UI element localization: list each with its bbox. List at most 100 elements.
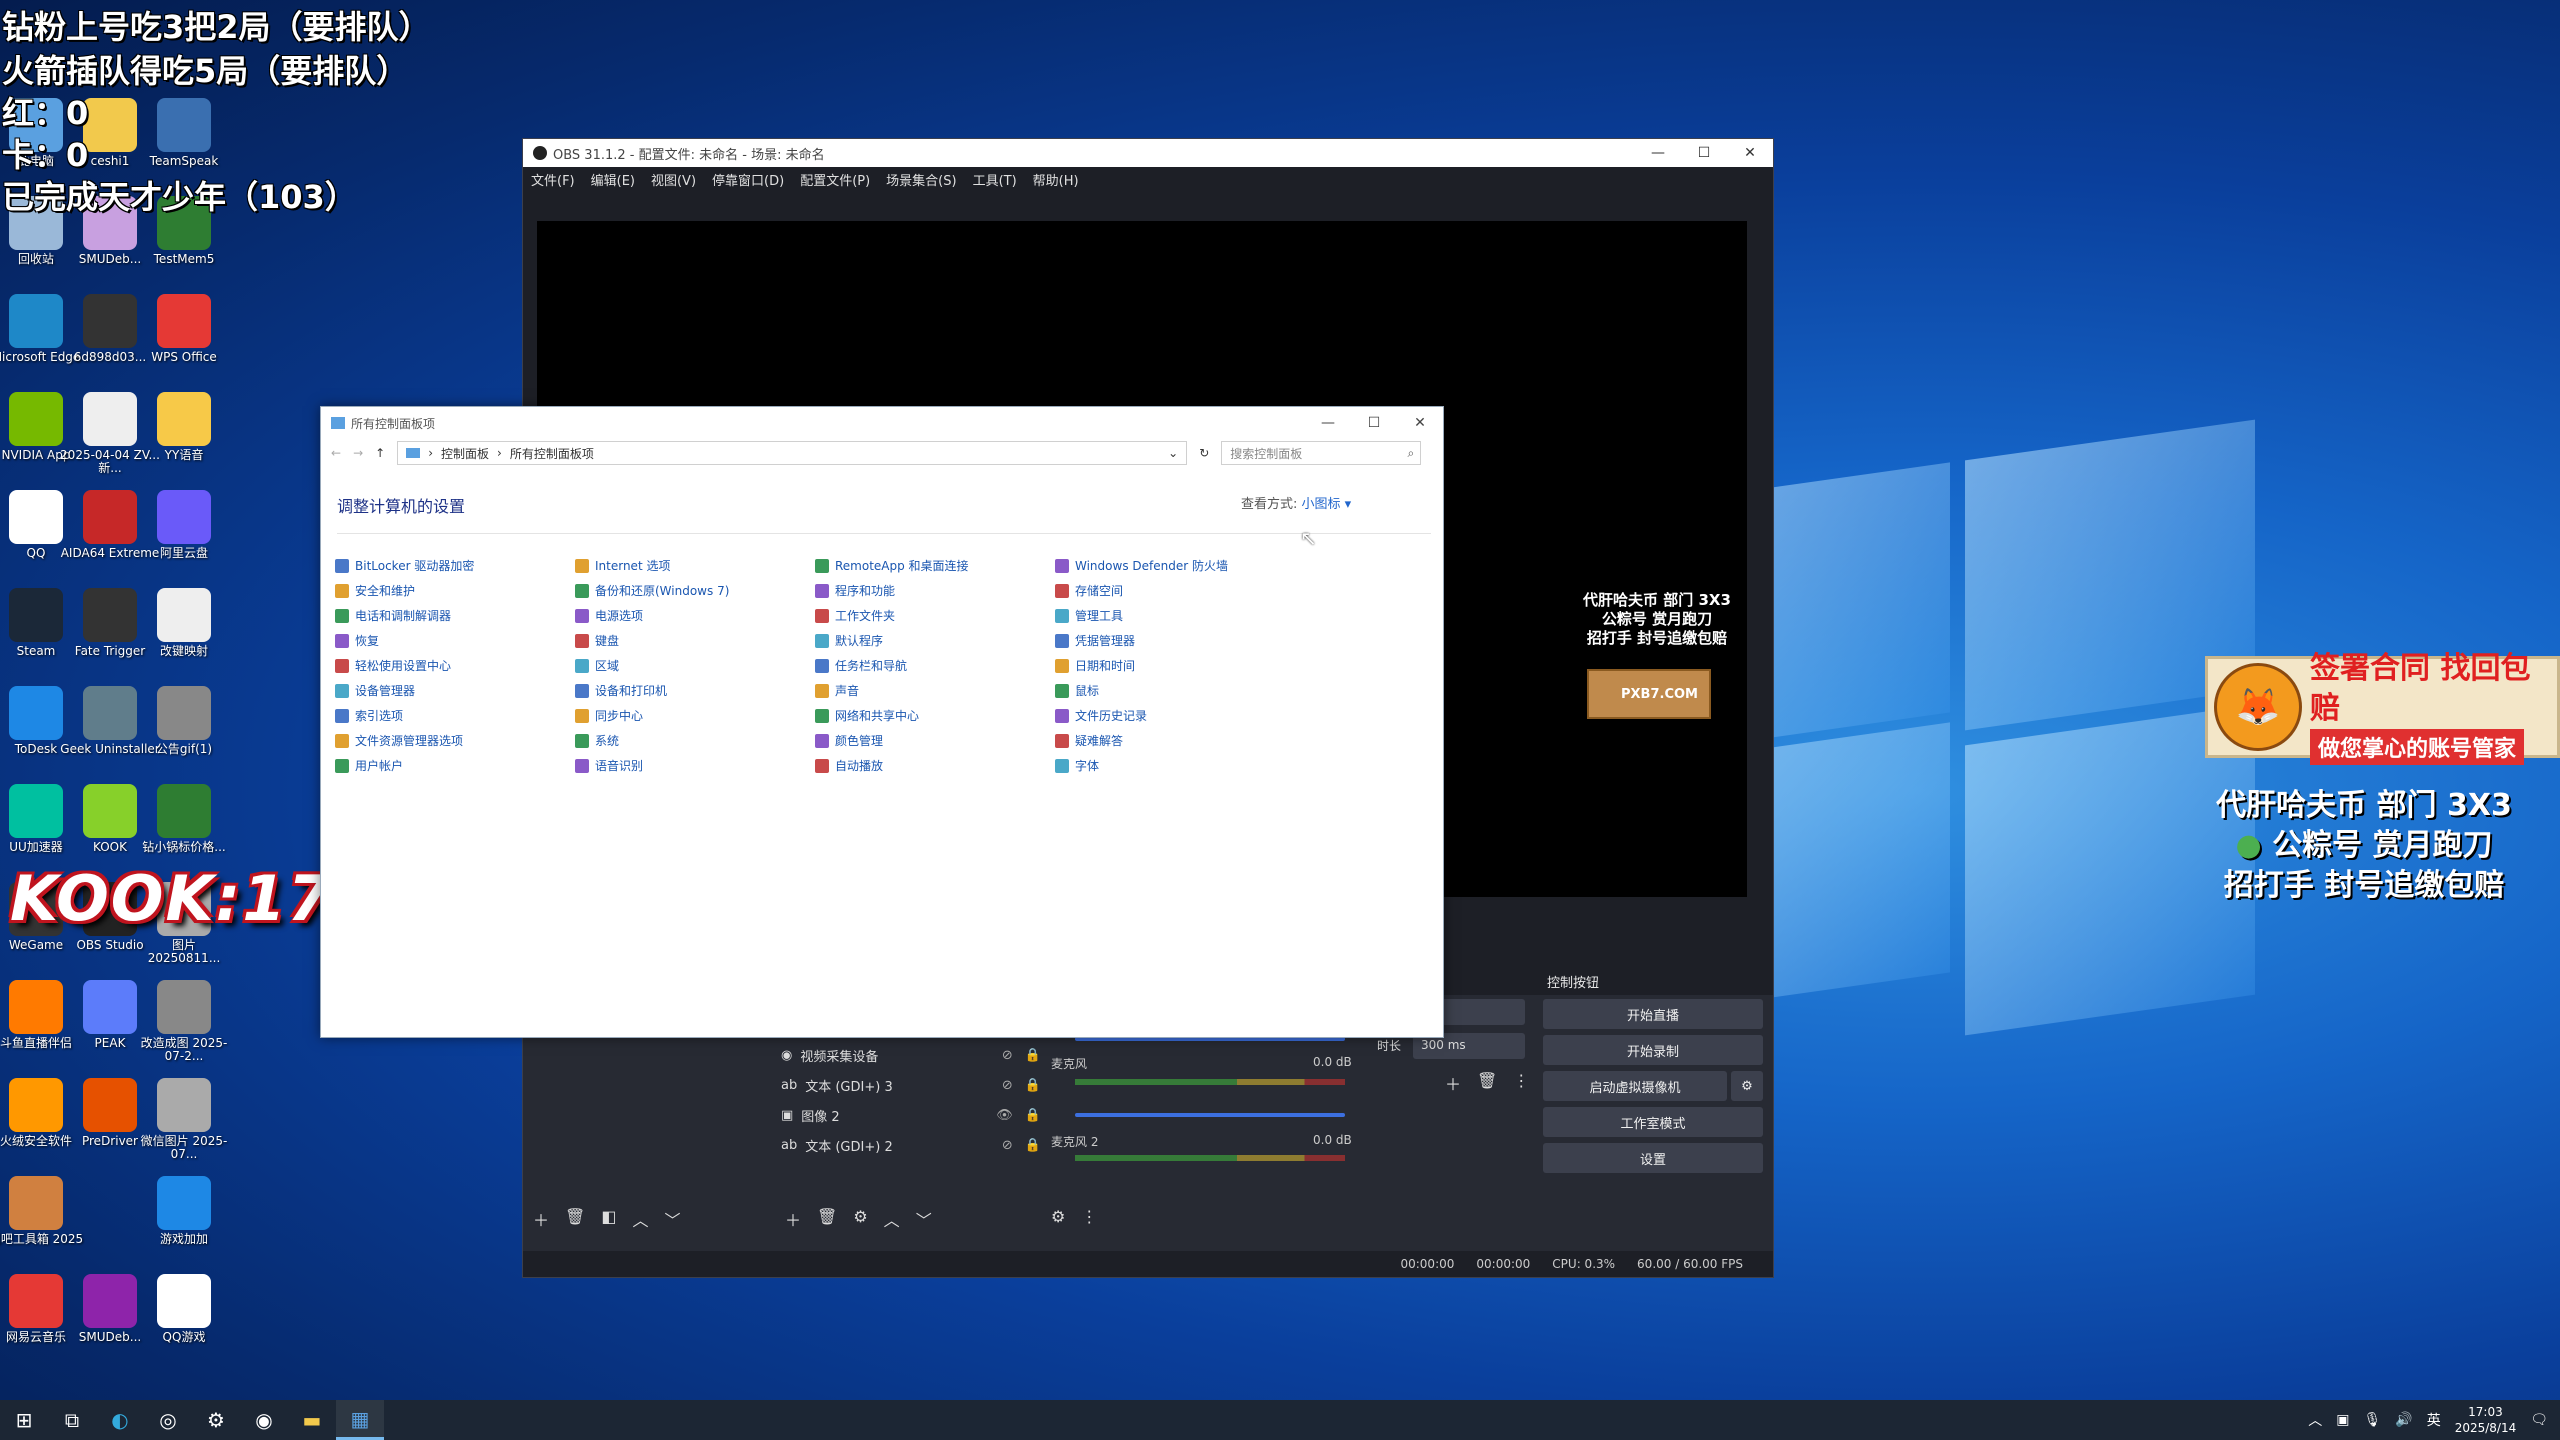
start-streaming-button[interactable]: 开始直播 <box>1543 999 1763 1029</box>
cp-item[interactable]: 备份和还原(Windows 7) <box>575 582 729 599</box>
menu-file[interactable]: 文件(F) <box>531 170 575 189</box>
maximize-button[interactable]: ☐ <box>1351 415 1397 431</box>
cp-item[interactable]: 日期和时间 <box>1055 657 1135 674</box>
task-view-icon[interactable]: ⧉ <box>48 1400 96 1440</box>
filter-icon[interactable]: ◧ <box>601 1207 616 1231</box>
cp-titlebar[interactable]: 所有控制面板项 — ☐ ✕ <box>321 407 1443 439</box>
cp-item[interactable]: 同步中心 <box>575 707 643 724</box>
gear-icon[interactable]: ⚙ <box>853 1207 867 1231</box>
lock-icon[interactable]: 🔒 <box>1025 1108 1041 1123</box>
cp-item[interactable]: Internet 选项 <box>575 557 670 574</box>
cp-item[interactable]: 电话和调制解调器 <box>335 607 451 624</box>
lock-icon[interactable]: 🔒 <box>1025 1138 1041 1153</box>
close-button[interactable]: ✕ <box>1397 415 1443 431</box>
source-row[interactable]: ▣ 图像 2 👁 🔒 <box>781 1101 1041 1129</box>
up-icon[interactable]: ↑ <box>375 446 385 460</box>
cp-item[interactable]: 鼠标 <box>1055 682 1099 699</box>
cp-item[interactable]: 设备管理器 <box>335 682 415 699</box>
cp-item[interactable]: 任务栏和导航 <box>815 657 907 674</box>
cp-item[interactable]: 轻松使用设置中心 <box>335 657 451 674</box>
ime-indicator[interactable]: 英 <box>2427 1410 2441 1430</box>
todesk-tray-icon[interactable]: ▣ <box>2336 1412 2349 1428</box>
gear-icon[interactable]: ⚙ <box>1051 1207 1065 1226</box>
lock-icon[interactable]: 🔒 <box>1025 1048 1041 1063</box>
menu-help[interactable]: 帮助(H) <box>1033 170 1079 189</box>
cp-item[interactable]: 文件资源管理器选项 <box>335 732 463 749</box>
cp-item[interactable]: 颜色管理 <box>815 732 883 749</box>
menu-profile[interactable]: 配置文件(P) <box>800 170 870 189</box>
cp-item[interactable]: 语音识别 <box>575 757 643 774</box>
source-row[interactable]: ab 文本 (GDI+) 2 ⊘ 🔒 <box>781 1131 1041 1159</box>
breadcrumb-all-items[interactable]: 所有控制面板项 <box>510 445 594 462</box>
lock-icon[interactable]: 🔒 <box>1025 1078 1041 1093</box>
cp-item[interactable]: RemoteApp 和桌面连接 <box>815 557 969 574</box>
view-by-dropdown[interactable]: 小图标 ▾ <box>1302 497 1352 512</box>
cp-item[interactable]: 区域 <box>575 657 619 674</box>
cp-item[interactable]: 疑难解答 <box>1055 732 1123 749</box>
visibility-visible-icon[interactable]: 👁 <box>996 1108 1013 1123</box>
obs-titlebar[interactable]: OBS 31.1.2 - 配置文件: 未命名 - 场景: 未命名 — ☐ ✕ <box>523 139 1773 167</box>
start-virtual-camera-button[interactable]: 启动虚拟摄像机 <box>1543 1071 1727 1101</box>
desktop-icon[interactable]: 公告gif(1) <box>134 686 234 782</box>
desktop-icon[interactable]: QQ游戏 <box>134 1274 234 1370</box>
maximize-button[interactable]: ☐ <box>1681 145 1727 161</box>
chevron-down-icon[interactable]: ⌄ <box>1168 446 1186 460</box>
visibility-hidden-icon[interactable]: ⊘ <box>1002 1078 1013 1093</box>
cp-item[interactable]: 安全和维护 <box>335 582 415 599</box>
start-icon[interactable]: ⊞ <box>0 1400 48 1440</box>
cp-item[interactable]: Windows Defender 防火墙 <box>1055 557 1228 574</box>
menu-scene-collection[interactable]: 场景集合(S) <box>886 170 956 189</box>
cp-item[interactable]: 设备和打印机 <box>575 682 667 699</box>
cp-item[interactable]: 存储空间 <box>1055 582 1123 599</box>
more-icon[interactable]: ⋮ <box>1513 1071 1529 1095</box>
menu-edit[interactable]: 编辑(E) <box>591 170 635 189</box>
notification-icon[interactable]: 🗨 <box>2530 1412 2548 1428</box>
back-icon[interactable]: ← <box>331 446 341 460</box>
cp-item[interactable]: 系统 <box>575 732 619 749</box>
cp-item[interactable]: 字体 <box>1055 757 1099 774</box>
cp-item[interactable]: 网络和共享中心 <box>815 707 919 724</box>
cp-item[interactable]: 凭据管理器 <box>1055 632 1135 649</box>
volume-slider[interactable] <box>1075 1113 1345 1117</box>
control-panel-icon[interactable]: ▦ <box>336 1400 384 1440</box>
desktop-icon[interactable]: 改键映射 <box>134 588 234 684</box>
cp-item[interactable]: 键盘 <box>575 632 619 649</box>
chevron-down-icon[interactable]: ﹀ <box>916 1207 932 1231</box>
cp-item[interactable]: 索引选项 <box>335 707 403 724</box>
menu-view[interactable]: 视图(V) <box>651 170 696 189</box>
minimize-button[interactable]: — <box>1305 415 1351 431</box>
file-explorer-icon[interactable]: ▬ <box>288 1400 336 1440</box>
trash-icon[interactable]: 🗑 <box>817 1207 837 1231</box>
minimize-button[interactable]: — <box>1635 145 1681 161</box>
chevron-up-icon[interactable]: ︿ <box>884 1207 900 1231</box>
visibility-hidden-icon[interactable]: ⊘ <box>1002 1048 1013 1063</box>
cp-item[interactable]: 管理工具 <box>1055 607 1123 624</box>
breadcrumb-control-panel[interactable]: 控制面板 <box>441 445 489 462</box>
volume-icon[interactable]: 🔊 <box>2395 1412 2412 1428</box>
more-icon[interactable]: ⋮ <box>1081 1207 1097 1226</box>
desktop-icon[interactable]: WPS Office <box>134 294 234 390</box>
microphone-icon[interactable]: 🎙 <box>2363 1412 2381 1428</box>
forward-icon[interactable]: → <box>353 446 363 460</box>
chevron-up-icon[interactable]: ︿ <box>632 1207 648 1231</box>
desktop-icon[interactable]: 阿里云盘 <box>134 490 234 586</box>
add-icon[interactable]: ＋ <box>533 1207 549 1231</box>
menu-docks[interactable]: 停靠窗口(D) <box>712 170 784 189</box>
cp-item[interactable]: BitLocker 驱动器加密 <box>335 557 474 574</box>
cp-item[interactable]: 文件历史记录 <box>1055 707 1147 724</box>
search-input[interactable]: 搜索控制面板 ⌕ <box>1221 441 1422 465</box>
visibility-hidden-icon[interactable]: ⊘ <box>1002 1138 1013 1153</box>
desktop-icon[interactable]: 改造成图 2025-07-2... <box>134 980 234 1076</box>
chevron-up-icon[interactable]: ︿ <box>2308 1410 2322 1430</box>
trash-icon[interactable]: 🗑 <box>565 1207 585 1231</box>
cp-item[interactable]: 声音 <box>815 682 859 699</box>
obs-icon[interactable]: ◉ <box>240 1400 288 1440</box>
refresh-icon[interactable]: ↻ <box>1199 446 1209 460</box>
desktop-icon[interactable]: YY语音 <box>134 392 234 488</box>
cp-item[interactable]: 用户帐户 <box>335 757 403 774</box>
add-icon[interactable]: ＋ <box>1445 1071 1461 1095</box>
close-button[interactable]: ✕ <box>1727 145 1773 161</box>
qq-icon[interactable]: ◎ <box>144 1400 192 1440</box>
address-bar[interactable]: › 控制面板 › 所有控制面板项 ⌄ <box>397 441 1188 465</box>
desktop-icon[interactable]: 微信图片 2025-07... <box>134 1078 234 1174</box>
